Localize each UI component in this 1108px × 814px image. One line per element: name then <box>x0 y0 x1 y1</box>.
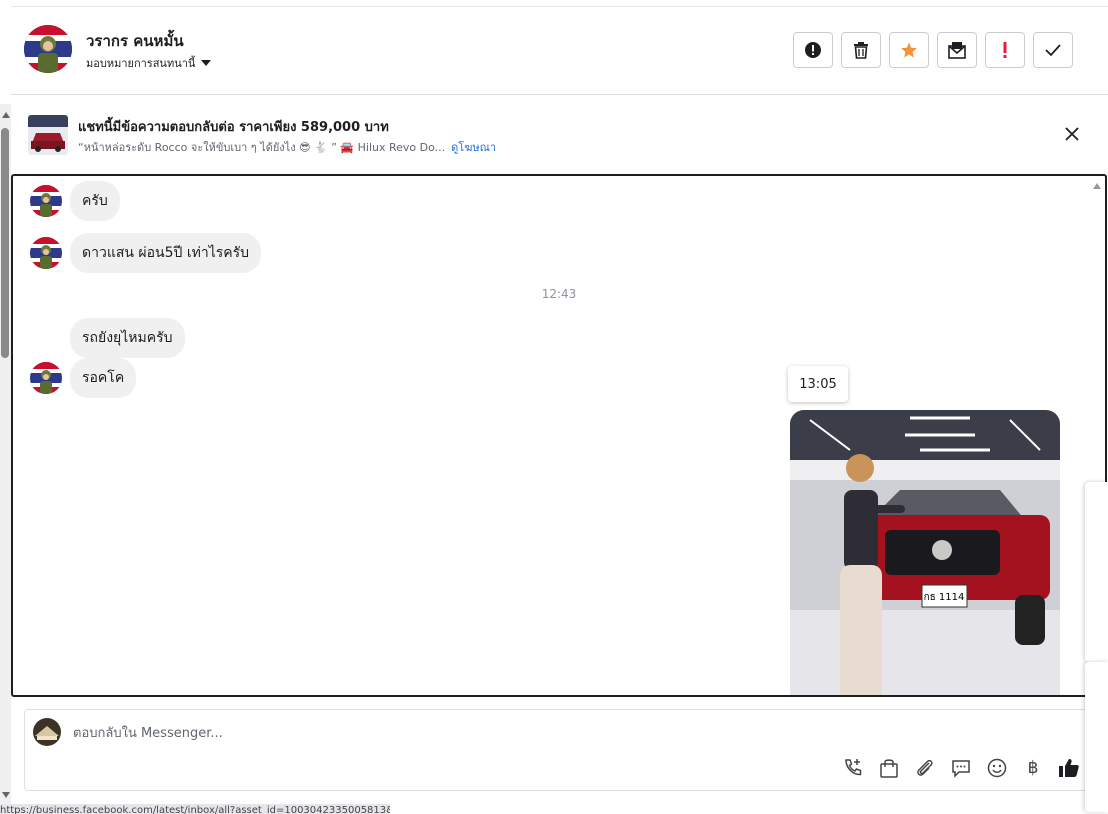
close-ad-button[interactable] <box>1062 124 1082 144</box>
ad-thumbnail[interactable] <box>28 115 68 155</box>
side-panel-peek-2[interactable] <box>1085 662 1108 812</box>
spam-button[interactable] <box>793 32 833 68</box>
baht-icon: ฿ <box>1027 758 1039 778</box>
exclamation-icon <box>1003 42 1007 58</box>
chat-icon <box>952 760 970 778</box>
ad-title: แชทนี้มีข้อความตอบกลับต่อ ราคาเพียง 589,… <box>78 120 389 135</box>
message-row: รถยังยุไหมครับ <box>13 318 185 358</box>
emoji-icon <box>987 758 1007 778</box>
message-bubble[interactable]: รถยังยุไหมครับ <box>70 318 185 358</box>
mark-unread-icon <box>948 42 966 59</box>
payment-button[interactable]: ฿ <box>1021 756 1045 780</box>
star-icon <box>901 42 917 58</box>
message-photo[interactable]: กธ 1114 <box>790 410 1060 695</box>
thumbs-up-icon <box>1059 759 1079 777</box>
call-button[interactable] <box>841 756 865 780</box>
header-actions <box>793 32 1073 68</box>
contact-avatar[interactable] <box>24 25 72 73</box>
emoji-button[interactable] <box>985 756 1009 780</box>
view-ad-link[interactable]: ดูโฆษณา <box>451 141 496 154</box>
done-button[interactable] <box>1033 32 1073 68</box>
browser-status-url: https://business.facebook.com/latest/inb… <box>0 804 390 814</box>
caret-down-icon <box>201 60 212 66</box>
like-button[interactable] <box>1057 756 1081 780</box>
flag-button[interactable] <box>985 32 1025 68</box>
message-row: รอคโค <box>13 358 137 398</box>
bag-icon <box>880 759 898 778</box>
assign-label: มอบหมายการสนทนานี้ <box>86 57 196 70</box>
delete-button[interactable] <box>841 32 881 68</box>
sender-avatar[interactable] <box>30 185 62 217</box>
assign-conversation-dropdown[interactable]: มอบหมายการสนทนานี้ <box>86 54 212 72</box>
shop-button[interactable] <box>877 756 901 780</box>
sender-avatar[interactable] <box>30 362 62 394</box>
reply-composer: ฿ <box>24 709 1094 791</box>
close-icon <box>1065 127 1079 141</box>
message-row: ครับ <box>13 181 120 221</box>
message-bubble[interactable]: ดาวแสน ผ่อน5ปี เท่าไรครับ <box>70 233 262 273</box>
phone-add-icon <box>845 759 862 776</box>
scroll-down-arrow-icon[interactable] <box>2 792 10 798</box>
license-plate-text: กธ 1114 <box>924 592 965 603</box>
reply-input[interactable] <box>73 722 773 744</box>
scroll-thumb[interactable] <box>1 128 9 358</box>
side-panel-peek[interactable] <box>1085 482 1108 662</box>
page-avatar <box>33 718 61 746</box>
message-thread[interactable]: ครับ ดาวแสน ผ่อน5ปี เท่าไรครับ 12:43 รถย… <box>11 174 1107 697</box>
contact-name: วรากร คนหมั้น <box>86 32 184 50</box>
alert-circle-icon <box>805 42 821 58</box>
conversation-header: วรากร คนหมั้น มอบหมายการสนทนานี้ <box>11 7 1108 95</box>
mark-unread-button[interactable] <box>937 32 977 68</box>
saved-replies-button[interactable] <box>949 756 973 780</box>
window-scrollbar[interactable] <box>0 104 11 804</box>
ad-subtitle-text: “หน้าหล่อระดับ Rocco จะให้ขับเบา ๆ ได้ยั… <box>78 141 446 154</box>
time-tooltip: 13:05 <box>788 366 848 402</box>
chat-scroll-up-icon[interactable] <box>1093 183 1101 189</box>
ad-subtitle: “หน้าหล่อระดับ Rocco จะให้ขับเบา ๆ ได้ยั… <box>78 138 496 156</box>
ad-context-bar: แชทนี้มีข้อความตอบกลับต่อ ราคาเพียง 589,… <box>11 96 1108 172</box>
message-timestamp: 12:43 <box>541 287 577 301</box>
scroll-up-arrow-icon[interactable] <box>2 112 10 118</box>
attach-button[interactable] <box>913 756 937 780</box>
message-bubble[interactable]: ครับ <box>70 181 120 221</box>
message-bubble[interactable]: รอคโค <box>70 358 137 398</box>
paperclip-icon <box>917 759 933 776</box>
trash-icon <box>854 42 868 59</box>
message-row: ดาวแสน ผ่อน5ปี เท่าไรครับ <box>13 233 262 273</box>
sender-avatar[interactable] <box>30 237 62 269</box>
composer-tools: ฿ <box>841 756 1081 780</box>
star-button[interactable] <box>889 32 929 68</box>
check-icon <box>1045 44 1061 57</box>
